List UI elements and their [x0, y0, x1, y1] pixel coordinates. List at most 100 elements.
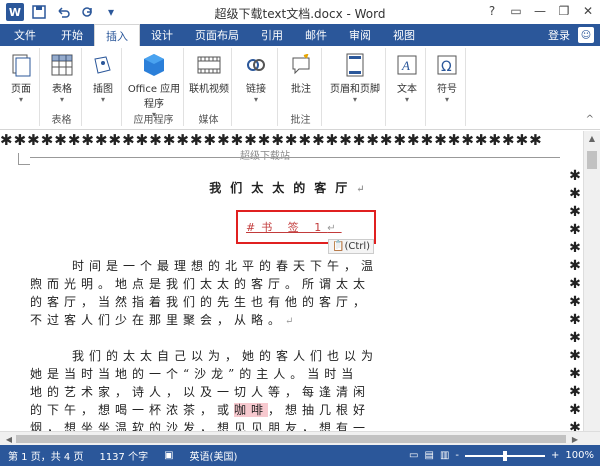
- word-count[interactable]: 1137 个字: [91, 448, 156, 463]
- minimize-button[interactable]: —: [528, 0, 552, 22]
- svg-text:Ω: Ω: [441, 59, 452, 75]
- zoom-slider[interactable]: [465, 450, 546, 461]
- comment-button[interactable]: 批注: [282, 52, 320, 95]
- paste-options-button[interactable]: 📋(Ctrl): [328, 239, 375, 254]
- read-mode-icon[interactable]: ▭: [409, 450, 418, 461]
- signin-link[interactable]: 登录: [548, 27, 570, 43]
- highlighted-text: 咖啡: [234, 403, 269, 417]
- group-comments: 批注 批注: [280, 48, 322, 126]
- tab-design[interactable]: 设计: [140, 24, 184, 46]
- para2-line1: 我们的太太自己以为，她的客人们也以为: [72, 349, 379, 363]
- tab-file[interactable]: 文件: [0, 24, 50, 46]
- omega-icon: Ω: [433, 52, 461, 78]
- document-page[interactable]: ✱✱✱✱✱✱✱✱✱✱✱✱✱✱✱✱✱✱✱✱✱✱✱✱✱✱✱✱✱✱✱✱✱✱✱✱✱✱✱✱…: [0, 131, 583, 431]
- table-button[interactable]: 表格 ▾: [44, 52, 80, 104]
- para1-line3: 的客厅，当然指着我们的先生也有他的客厅，: [30, 295, 371, 309]
- account-area: 登录 ☺: [548, 24, 600, 46]
- office-apps-icon: [140, 52, 168, 78]
- ribbon-tabs: 文件 开始 插入 设计 页面布局 引用 邮件 审阅 视图 登录 ☺: [0, 24, 600, 46]
- status-bar: 第 1 页，共 4 页 1137 个字 ▣ 英语(美国) ▭ ▤ ▥ - + 1…: [0, 445, 600, 466]
- save-icon[interactable]: [30, 3, 48, 21]
- tab-view[interactable]: 视图: [382, 24, 426, 46]
- group-symbols: Ω 符号 ▾: [428, 48, 466, 126]
- header-footer-icon: [341, 52, 369, 78]
- group-apps: Office 应用程序 ▾ 应用程序: [124, 48, 184, 126]
- document-area: ✱✱✱✱✱✱✱✱✱✱✱✱✱✱✱✱✱✱✱✱✱✱✱✱✱✱✱✱✱✱✱✱✱✱✱✱✱✱✱✱…: [0, 131, 583, 431]
- zoom-level[interactable]: 100%: [565, 450, 594, 461]
- document-heading[interactable]: 我们太太的客厅↵: [0, 179, 583, 196]
- office-apps-button[interactable]: Office 应用程序 ▾: [126, 52, 182, 119]
- para1-line1: 时间是一个最理想的北平的春天下午，温: [72, 259, 379, 273]
- undo-icon[interactable]: [54, 3, 72, 21]
- customize-qat-icon[interactable]: ▾: [102, 3, 120, 21]
- group-illustrations: 插图 ▾: [84, 48, 122, 126]
- comment-icon: [287, 52, 315, 78]
- zoom-slider-knob[interactable]: [503, 450, 508, 461]
- status-right: ▭ ▤ ▥ - + 100%: [409, 450, 600, 461]
- pages-button[interactable]: 页面 ▾: [4, 52, 38, 104]
- feedback-face-icon[interactable]: ☺: [578, 27, 594, 43]
- zoom-out-button[interactable]: -: [455, 450, 459, 461]
- scroll-right-icon[interactable]: ▶: [568, 432, 582, 446]
- group-label-media: 媒体: [198, 115, 219, 126]
- header-footer-button[interactable]: 页眉和页脚 ▾: [326, 52, 384, 104]
- group-text: A 文本 ▾: [388, 48, 426, 126]
- table-icon: [48, 52, 76, 78]
- zoom-in-button[interactable]: +: [551, 450, 559, 461]
- para2-line2: 她是当时当地的一个“沙龙”的主人。当时当: [30, 367, 359, 381]
- help-button[interactable]: ?: [480, 0, 504, 22]
- tab-review[interactable]: 审阅: [338, 24, 382, 46]
- word-logo-icon[interactable]: W: [6, 3, 24, 21]
- tab-references[interactable]: 引用: [250, 24, 294, 46]
- para1-line2: 煦而光明。地点是我们太太的客厅。所谓太太: [30, 277, 371, 291]
- page-border-right: ✱✱✱✱✱✱✱✱✱✱✱✱✱✱✱✱: [569, 168, 581, 431]
- group-pages: 页面 ▾: [2, 48, 40, 126]
- symbols-button[interactable]: Ω 符号 ▾: [430, 52, 464, 104]
- quick-access-toolbar: W ▾: [0, 3, 120, 21]
- scroll-left-icon[interactable]: ◀: [2, 432, 16, 446]
- window-controls: ? ▭ — ❐ ✕: [480, 0, 600, 22]
- group-media: 联机视频 媒体: [186, 48, 232, 126]
- redo-icon[interactable]: [78, 3, 96, 21]
- text-icon: A: [393, 52, 421, 78]
- paragraph-2[interactable]: 我们的太太自己以为，她的客人们也以为 她是当时当地的一个“沙龙”的主人。当时当 …: [30, 347, 500, 431]
- scroll-up-icon[interactable]: ▲: [584, 131, 600, 145]
- close-button[interactable]: ✕: [576, 0, 600, 22]
- pages-icon: [7, 52, 35, 78]
- links-button[interactable]: 链接 ▾: [236, 52, 276, 104]
- header-divider: [30, 157, 560, 158]
- illustrations-button[interactable]: 插图 ▾: [86, 52, 120, 104]
- group-tables: 表格 ▾ 表格: [42, 48, 82, 126]
- video-icon: [195, 52, 223, 78]
- restore-button[interactable]: ❐: [552, 0, 576, 22]
- page-header-text: 超级下载站: [0, 147, 530, 162]
- print-layout-icon[interactable]: ▤: [425, 450, 434, 461]
- tab-insert[interactable]: 插入: [94, 24, 140, 46]
- bookmark-text[interactable]: #书 签 1↵: [246, 219, 342, 235]
- online-video-button[interactable]: 联机视频: [188, 52, 230, 95]
- paragraph-1[interactable]: 时间是一个最理想的北平的春天下午，温 煦而光明。地点是我们太太的客厅。所谓太太 …: [30, 257, 500, 331]
- illustrations-icon: [89, 52, 117, 78]
- para2-line4: 的下午，想喝一杯浓茶，或咖啡，想抽几根好: [30, 403, 371, 417]
- link-icon: [242, 52, 270, 78]
- web-layout-icon[interactable]: ▥: [440, 450, 449, 461]
- tab-layout[interactable]: 页面布局: [184, 24, 250, 46]
- horizontal-scrollbar[interactable]: ◀ ▶: [0, 431, 600, 445]
- group-label-comments: 批注: [290, 115, 311, 126]
- vertical-scrollbar[interactable]: ▲: [583, 131, 600, 431]
- language-indicator[interactable]: 英语(美国): [182, 448, 246, 463]
- group-header-footer: 页眉和页脚 ▾: [324, 48, 386, 126]
- horizontal-scroll-thumb[interactable]: [16, 435, 566, 443]
- text-button[interactable]: A 文本 ▾: [390, 52, 424, 104]
- proofing-icon[interactable]: ▣: [156, 450, 181, 461]
- para1-line4: 不过客人们少在那里聚会，从略。↵: [30, 313, 299, 327]
- ribbon-display-options-icon[interactable]: ▭: [504, 0, 528, 22]
- collapse-ribbon-icon[interactable]: ^: [586, 114, 594, 125]
- page-count[interactable]: 第 1 页，共 4 页: [0, 448, 91, 463]
- vertical-scroll-thumb[interactable]: [587, 151, 597, 169]
- para2-line3: 地的艺术家，诗人，以及一切人等，每逢清闲: [30, 385, 371, 399]
- group-label-tables: 表格: [51, 115, 72, 126]
- svg-text:A: A: [401, 58, 410, 73]
- tab-mailings[interactable]: 邮件: [294, 24, 338, 46]
- tab-home[interactable]: 开始: [50, 24, 94, 46]
